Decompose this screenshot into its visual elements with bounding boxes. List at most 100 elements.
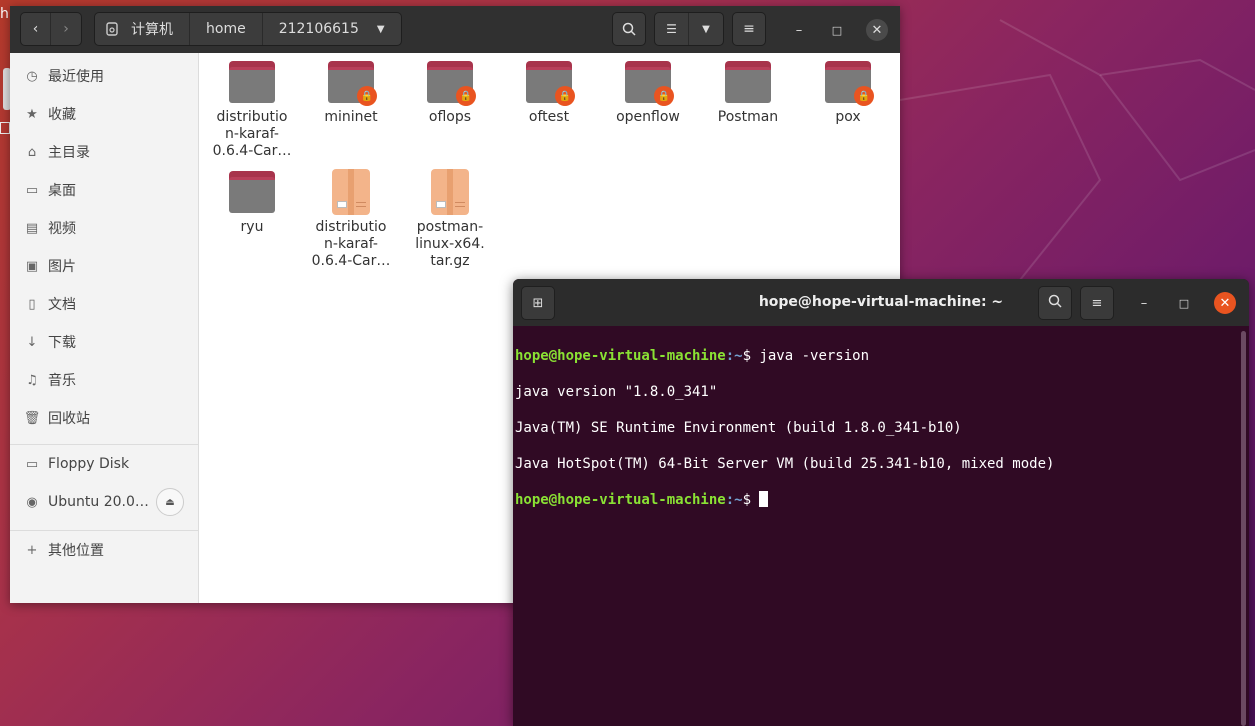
close-icon: ✕ <box>1219 295 1231 311</box>
computer-icon <box>95 13 125 45</box>
sidebar-item-trash[interactable]: 🗑 回收站 <box>10 399 199 437</box>
sidebar-item-home[interactable]: ⌂ 主目录 <box>10 133 199 171</box>
sidebar-item-label: 图片 <box>48 259 76 275</box>
disc-icon: ◉ <box>26 494 38 510</box>
sidebar-item-music[interactable]: ♫ 音乐 <box>10 361 199 399</box>
forward-button[interactable]: › <box>51 13 81 45</box>
view-buttons: ☰ ▼ <box>654 12 724 46</box>
terminal-maximize-button[interactable]: □ <box>1173 292 1195 314</box>
back-button[interactable]: ‹ <box>21 13 51 45</box>
file-item-pox[interactable]: 🔒 pox <box>803 61 893 126</box>
terminal-headerbar: ⊞ hope@hope-virtual-machine: ~ ≡ – □ ✕ <box>513 279 1249 326</box>
clock-icon: ◷ <box>26 68 38 84</box>
maximize-button[interactable]: □ <box>826 19 848 41</box>
search-button[interactable] <box>612 12 646 46</box>
close-icon: ✕ <box>871 22 883 38</box>
file-item-openflow[interactable]: 🔒 openflow <box>603 61 693 126</box>
floppy-icon: ▭ <box>25 456 39 472</box>
prompt-suffix: $ <box>742 492 760 508</box>
file-item-distribution-karaf-archive[interactable]: distributio n-karaf- 0.6.4-Car… <box>306 169 396 270</box>
desktop-icon-partial-2[interactable] <box>0 122 10 134</box>
path-segment-current[interactable]: 212106615 ▼ <box>263 13 401 45</box>
hamburger-icon: ≡ <box>1091 295 1103 311</box>
video-icon: ▤ <box>25 220 39 236</box>
chevron-left-icon: ‹ <box>32 21 39 37</box>
sidebar-item-recent[interactable]: ◷ 最近使用 <box>10 57 199 95</box>
file-item-postman-archive[interactable]: postman- linux-x64. tar.gz <box>405 169 495 270</box>
path-root[interactable]: 计算机 <box>125 13 190 45</box>
sidebar-item-label: 音乐 <box>48 373 76 389</box>
sidebar-item-other-locations[interactable]: + 其他位置 <box>10 531 199 569</box>
terminal-output-line: Java(TM) SE Runtime Environment (build 1… <box>515 420 962 436</box>
sidebar-item-starred[interactable]: ★ 收藏 <box>10 95 199 133</box>
lock-icon: 🔒 <box>357 86 377 106</box>
sidebar-item-documents[interactable]: ▯ 文档 <box>10 285 199 323</box>
terminal-minimize-button[interactable]: – <box>1133 292 1155 314</box>
sidebar-item-label: Floppy Disk <box>48 456 130 472</box>
music-icon: ♫ <box>26 372 38 388</box>
sidebar-item-label: 文档 <box>48 297 76 313</box>
sidebar-item-downloads[interactable]: ↓ 下载 <box>10 323 199 361</box>
eject-button[interactable]: ⏏ <box>156 488 184 516</box>
files-sidebar: ◷ 最近使用 ★ 收藏 ⌂ 主目录 ▭ 桌面 ▤ 视频 ▣ 图片 ▯ 文档 ↓ 下载 ♫ 音乐 🗑… <box>10 53 199 603</box>
terminal-output[interactable]: hope@hope-virtual-machine:~$ java -versi… <box>515 329 1054 545</box>
lock-icon: 🔒 <box>555 86 575 106</box>
sidebar-item-label: Ubuntu 20.0… <box>48 494 149 510</box>
lock-icon: 🔒 <box>456 86 476 106</box>
desktop-icon: ▭ <box>25 182 39 198</box>
minimize-icon: – <box>795 22 803 38</box>
folder-icon: 🔒 <box>328 61 377 106</box>
terminal-output-line: Java HotSpot(TM) 64-Bit Server VM (build… <box>515 456 1055 472</box>
terminal-scrollbar[interactable] <box>1241 331 1246 726</box>
sidebar-item-desktop[interactable]: ▭ 桌面 <box>10 171 199 209</box>
sidebar-item-label: 其他位置 <box>48 543 104 559</box>
folder-icon: 🔒 <box>625 61 674 106</box>
sidebar-item-label: 主目录 <box>48 145 90 161</box>
files-headerbar: ‹ › 计算机 home 212106615 ▼ ☰ ▼ ≡ – □ ✕ <box>10 6 900 53</box>
file-item-ryu[interactable]: ryu <box>207 171 297 236</box>
lock-icon: 🔒 <box>654 86 674 106</box>
sidebar-item-pictures[interactable]: ▣ 图片 <box>10 247 199 285</box>
close-button[interactable]: ✕ <box>866 19 888 41</box>
file-item-distribution-karaf-folder[interactable]: distributio n-karaf- 0.6.4-Car… <box>207 61 297 160</box>
prompt-user: hope@hope-virtual-machine <box>515 348 726 364</box>
file-name: postman- linux-x64. tar.gz <box>415 219 485 269</box>
prompt-suffix: $ <box>742 348 760 364</box>
list-view-button[interactable]: ☰ <box>655 13 689 45</box>
chevron-right-icon: › <box>63 21 69 37</box>
sidebar-item-label: 下载 <box>48 335 76 351</box>
sidebar-item-label: 收藏 <box>48 107 76 123</box>
minimize-button[interactable]: – <box>788 19 810 41</box>
desktop-partial-label: h <box>0 6 9 22</box>
file-item-oftest[interactable]: 🔒 oftest <box>504 61 594 126</box>
file-name: oftest <box>528 109 570 125</box>
file-name: mininet <box>324 109 378 125</box>
maximize-icon: □ <box>831 23 843 37</box>
menu-button[interactable]: ≡ <box>732 12 766 46</box>
terminal-menu-button[interactable]: ≡ <box>1080 286 1114 320</box>
terminal-close-button[interactable]: ✕ <box>1214 292 1236 314</box>
file-item-mininet[interactable]: 🔒 mininet <box>306 61 396 126</box>
lock-icon: 🔒 <box>854 86 874 106</box>
maximize-icon: □ <box>1178 296 1190 310</box>
list-icon: ☰ <box>666 22 677 36</box>
file-name: distributio n-karaf- 0.6.4-Car… <box>212 109 292 159</box>
search-icon <box>613 13 645 45</box>
terminal-search-button[interactable] <box>1038 286 1072 320</box>
sidebar-item-floppy[interactable]: ▭ Floppy Disk <box>10 445 199 483</box>
folder-icon: 🔒 <box>526 61 575 106</box>
path-segment-home[interactable]: home <box>190 13 263 45</box>
sidebar-item-label: 回收站 <box>48 411 90 427</box>
view-options-button[interactable]: ▼ <box>689 13 723 45</box>
terminal-output-line: java version "1.8.0_341" <box>515 384 718 400</box>
document-icon: ▯ <box>28 296 36 312</box>
eject-icon: ⏏ <box>165 496 175 508</box>
file-item-oflops[interactable]: 🔒 oflops <box>405 61 495 126</box>
prompt-path: :~ <box>725 492 743 508</box>
sidebar-item-label: 桌面 <box>48 183 76 199</box>
sidebar-item-videos[interactable]: ▤ 视频 <box>10 209 199 247</box>
folder-icon <box>725 61 771 103</box>
path-bar: 计算机 home 212106615 ▼ <box>94 12 402 46</box>
file-item-postman[interactable]: Postman <box>703 61 793 126</box>
file-name: openflow <box>616 109 680 125</box>
